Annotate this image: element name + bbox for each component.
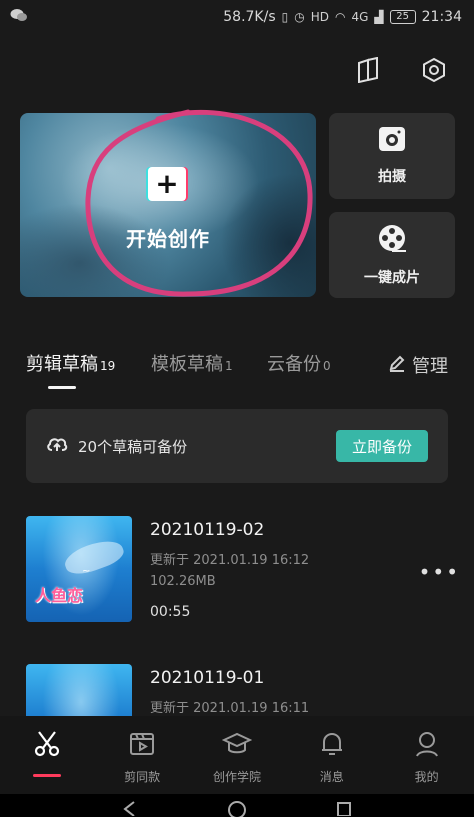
shoot-button[interactable]: 拍摄 <box>329 113 455 199</box>
tab-cloud-backup[interactable]: 云备份 0 <box>267 350 331 376</box>
draft-updated: 更新于 2021.01.19 16:12 <box>150 553 310 568</box>
draft-title: 20210119-01 <box>150 668 265 688</box>
tab-count: 0 <box>323 359 331 373</box>
backup-banner: 20个草稿可备份 立即备份 <box>26 409 448 483</box>
draft-thumbnail[interactable]: ~ 人鱼恋 <box>26 516 132 622</box>
scissors-icon <box>33 730 61 762</box>
back-icon[interactable] <box>122 800 138 817</box>
tab-edit-drafts[interactable]: 剪辑草稿 19 <box>26 350 115 376</box>
tab-label: 剪辑草稿 <box>26 354 98 375</box>
manage-button[interactable]: 管理 <box>388 352 448 378</box>
status-bar: 58.7K/s ▯ ◷ HD ◠ 4G ▟ 25 21:34 <box>0 0 474 34</box>
nav-active-indicator <box>33 774 62 777</box>
status-right: 58.7K/s ▯ ◷ HD ◠ 4G ▟ 25 21:34 <box>223 9 462 25</box>
person-icon <box>414 730 440 762</box>
nav-label: 创作学院 <box>212 770 261 784</box>
cell-signal-icon: ▟ <box>374 10 384 24</box>
cloud-upload-icon <box>46 435 68 457</box>
recents-icon[interactable] <box>336 800 352 817</box>
nav-profile[interactable]: 我的 <box>387 730 467 785</box>
system-nav-bar <box>0 794 474 817</box>
bottom-nav: 剪同款 创作学院 消息 我的 <box>0 716 474 794</box>
tab-count: 19 <box>100 359 116 373</box>
manage-label: 管理 <box>412 356 448 377</box>
nav-academy[interactable]: 创作学院 <box>197 730 277 785</box>
vibrate-icon: ▯ <box>281 10 289 24</box>
active-tab-indicator <box>48 386 76 389</box>
clock: 21:34 <box>421 9 462 25</box>
shoot-label: 拍摄 <box>378 169 406 185</box>
graduation-cap-icon <box>221 730 253 762</box>
nav-label: 我的 <box>414 770 439 784</box>
tutorial-book-icon[interactable] <box>354 56 382 84</box>
more-options-icon[interactable]: ••• <box>419 560 460 584</box>
camera-icon <box>378 126 406 156</box>
logo-mark: ~ <box>82 566 91 577</box>
start-creating-label[interactable]: 开始创作 <box>126 223 226 252</box>
backup-now-button[interactable]: 立即备份 <box>336 430 428 462</box>
backup-text: 20个草稿可备份 <box>78 437 188 456</box>
home-icon[interactable] <box>228 800 246 817</box>
draft-title: 20210119-02 <box>150 520 265 540</box>
film-reel-icon <box>377 223 407 257</box>
tab-label: 云备份 <box>267 354 321 375</box>
template-icon <box>128 730 156 762</box>
battery-indicator: 25 <box>389 10 416 24</box>
draft-duration: 00:55 <box>150 604 191 620</box>
network-speed: 58.7K/s <box>223 9 276 25</box>
one-click-video-button[interactable]: 一键成片 <box>329 212 455 298</box>
draft-tabs: 剪辑草稿 19 模板草稿 1 云备份 0 <box>26 350 448 390</box>
tab-label: 模板草稿 <box>151 354 223 375</box>
thumbnail-caption: 人鱼恋 <box>35 586 84 605</box>
tab-template-drafts[interactable]: 模板草稿 1 <box>151 350 233 376</box>
wechat-icon <box>10 8 28 26</box>
nav-templates[interactable]: 剪同款 <box>102 730 182 785</box>
alarm-icon: ◷ <box>294 10 305 24</box>
nav-label: 剪同款 <box>124 770 161 784</box>
signal-label: 4G <box>351 10 369 24</box>
draft-updated: 更新于 2021.01.19 16:11 <box>150 701 310 716</box>
hd-icon: HD <box>310 10 329 24</box>
nav-messages[interactable]: 消息 <box>292 730 372 785</box>
top-icon-bar <box>354 56 448 84</box>
plus-icon[interactable]: + <box>148 167 186 201</box>
wifi-icon: ◠ <box>334 10 346 24</box>
start-creating-card[interactable] <box>20 113 316 297</box>
nav-edit[interactable] <box>7 730 87 777</box>
pencil-icon <box>388 354 406 377</box>
one-click-video-label: 一键成片 <box>364 270 420 286</box>
draft-size: 102.26MB <box>150 574 216 589</box>
settings-hexagon-icon[interactable] <box>420 56 448 84</box>
bell-icon <box>319 730 345 762</box>
tab-count: 1 <box>225 359 233 373</box>
nav-label: 消息 <box>319 770 344 784</box>
